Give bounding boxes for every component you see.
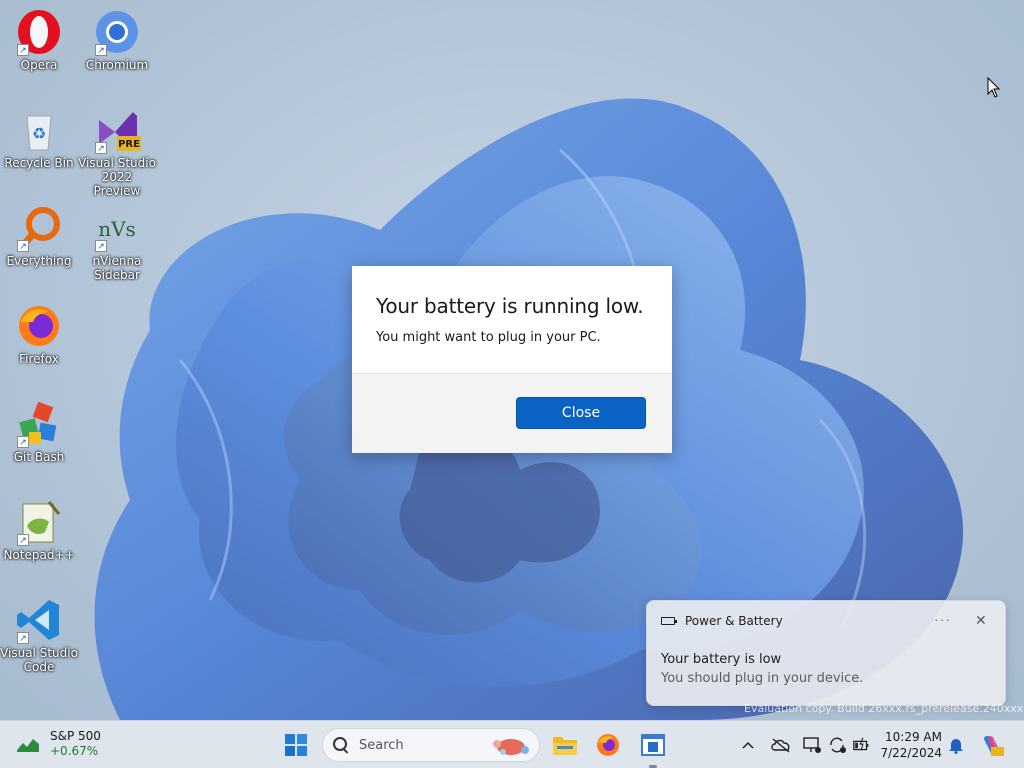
desktop-icon-label: Visual Studio Code [0,646,78,674]
desktop-icon-label: Notepad++ [3,548,75,562]
battery-tray-icon[interactable] [852,735,872,755]
notepad-plus-plus-icon: ↗ [15,498,63,546]
stock-name: S&P 500 [50,729,101,743]
desktop-icon-label: nVienna Sidebar [92,254,142,282]
taskbar: S&P 500 +0.67% Search 10:29 AM 7/22/2024 [0,720,1024,768]
file-explorer-icon[interactable] [549,729,581,761]
svg-text:nVs: nVs [98,217,136,241]
desktop-icon-nvienna[interactable]: nVs ↗ nVienna Sidebar [78,204,156,282]
dialog-title: Your battery is running low. [376,294,644,318]
notification-header: Power & Battery [661,614,783,628]
visual-studio-preview-icon: PRE ↗ [93,106,141,154]
firefox-taskbar-icon[interactable] [592,729,624,761]
power-battery-notification[interactable]: Power & Battery ··· ✕ Your battery is lo… [646,600,1006,706]
desktop-icon-label: Everything [6,254,72,268]
desktop-icon-firefox[interactable]: Firefox [0,302,78,366]
mouse-cursor-icon [987,76,1001,104]
evaluation-watermark: Evaluation copy. Build 26xxx.rs_prerelea… [744,702,1024,715]
desktop-icon-recycle-bin[interactable]: ♻ Recycle Bin [0,106,78,170]
search-icon [333,737,349,753]
desktop-icon-label: Firefox [19,352,59,366]
stock-chart-icon [17,739,39,752]
svg-text:PRE: PRE [118,139,140,150]
active-window-icon[interactable] [637,729,669,761]
recycle-bin-icon: ♻ [15,106,63,154]
notification-title: Your battery is low [661,652,782,667]
close-button[interactable]: Close [516,397,646,429]
battery-icon [661,617,677,625]
chromium-icon: ↗ [93,8,141,56]
notification-body: You should plug in your device. [661,671,864,686]
desktop-icon-label: Visual Studio 2022 Preview [78,156,156,198]
vscode-icon: ↗ [15,596,63,644]
chevron-up-icon[interactable] [738,735,758,755]
nvienna-icon: nVs ↗ [93,204,141,252]
battery-low-dialog: Your battery is running low. You might w… [352,266,672,453]
close-icon[interactable]: ✕ [975,612,987,629]
clock-date: 7/22/2024 [880,746,942,760]
desktop-icon-label: Recycle Bin [4,156,74,170]
clock-time: 10:29 AM [885,730,942,744]
opera-icon: ↗ [15,8,63,56]
search-highlight-icon [493,739,529,755]
svg-text:♻: ♻ [32,124,46,143]
more-options-icon[interactable]: ··· [934,611,951,627]
dialog-footer: Close [352,373,672,453]
onedrive-icon[interactable] [771,735,791,755]
desktop-icon-label: Git Bash [13,450,65,464]
desktop-icon-label: Opera [20,58,58,72]
search-box[interactable]: Search [322,728,540,762]
desktop-icon-vscode[interactable]: ↗ Visual Studio Code [0,596,78,674]
desktop-icon-visual-studio-preview[interactable]: PRE ↗ Visual Studio 2022 Preview [78,106,156,198]
desktop-icon-chromium[interactable]: ↗ Chromium [78,8,156,72]
stock-widget[interactable]: S&P 500 +0.67% [16,729,101,759]
notification-bell-icon[interactable] [946,735,966,755]
notification-app-name: Power & Battery [685,614,783,628]
everything-search-icon: ↗ [15,204,63,252]
desktop-icon-opera[interactable]: ↗ Opera [0,8,78,72]
copilot-icon[interactable] [980,733,1004,757]
display-icon[interactable] [802,735,822,755]
start-icon[interactable] [280,729,312,761]
desktop-icon-everything[interactable]: ↗ Everything [0,204,78,268]
dialog-body: Your battery is running low. You might w… [352,266,672,373]
sync-icon[interactable] [828,735,848,755]
taskbar-clock[interactable]: 10:29 AM 7/22/2024 [880,729,942,761]
desktop-icon-git-bash[interactable]: ↗ Git Bash [0,400,78,464]
git-bash-icon: ↗ [15,400,63,448]
dialog-message: You might want to plug in your PC. [376,330,601,345]
search-placeholder: Search [359,737,404,753]
desktop-icon-label: Chromium [85,58,149,72]
firefox-icon [15,302,63,350]
desktop-icon-notepad-plus-plus[interactable]: ↗ Notepad++ [0,498,78,562]
stock-change: +0.67% [50,744,99,758]
